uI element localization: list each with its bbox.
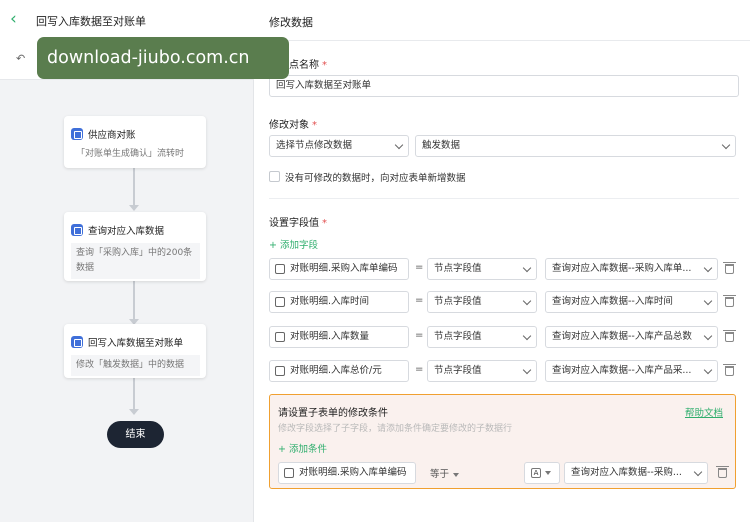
flow-node-query[interactable]: 查询对应入库数据 查询「采购入库」中的200条数据 (64, 212, 206, 281)
field-select[interactable]: 对账明细.入库数量 (269, 326, 409, 348)
node-title: 供应商对账 (88, 129, 136, 141)
condition-hint: 修改字段选择了子字段，请添加条件确定要修改的子数据行 (278, 424, 513, 434)
trash-icon[interactable] (723, 262, 736, 274)
flow-node-trigger[interactable]: 供应商对账 「对账单生成确认」流转时 (64, 116, 206, 168)
node-title: 查询对应入库数据 (88, 225, 165, 237)
chevron-left-icon[interactable]: ‹ (10, 10, 26, 28)
add-field-button[interactable]: + 添加字段 (269, 237, 318, 251)
add-condition-button[interactable]: + 添加条件 (278, 441, 327, 455)
chevron-down-icon (703, 296, 713, 306)
trash-icon[interactable] (716, 466, 729, 478)
node-name-label: 点名称 * (289, 60, 327, 71)
checkbox-label: 没有可修改的数据时，向对应表单新增数据 (285, 173, 466, 184)
value-select[interactable]: 查询对应入库数据--入库时间 (545, 291, 718, 313)
node-desc: 查询「采购入库」中的200条数据 (71, 243, 200, 279)
field-select[interactable]: 对账明细.入库总价/元 (269, 360, 409, 382)
condition-field-select[interactable]: 对账明细.采购入库单编码 (278, 462, 416, 484)
text-type-icon: A (531, 468, 541, 478)
add-if-missing-checkbox[interactable] (269, 171, 280, 182)
end-node[interactable]: 结束 (107, 421, 164, 448)
flow-node-update[interactable]: 回写入库数据至对账单 修改「触发数据」中的数据 (64, 324, 206, 378)
divider (269, 198, 739, 199)
node-edit-icon (71, 335, 83, 348)
modify-target-label: 修改对象 * (269, 120, 317, 131)
node-title: 回写入库数据至对账单 (88, 337, 184, 349)
set-fields-label: 设置字段值 * (269, 218, 327, 229)
date-field-icon (275, 297, 285, 307)
trash-icon[interactable] (723, 330, 736, 342)
chevron-down-icon (522, 296, 532, 306)
text-field-icon (275, 264, 285, 274)
subform-condition-panel: 请设置子表单的修改条件 帮助文档 修改字段选择了子字段，请添加条件确定要修改的子… (269, 394, 736, 489)
condition-operator-select[interactable]: 等于 (430, 466, 460, 480)
equals-sign: = (415, 262, 424, 273)
trash-icon[interactable] (723, 364, 736, 376)
equals-sign: = (415, 364, 424, 375)
undo-icon[interactable]: ↶ (16, 52, 25, 65)
chevron-down-icon (703, 365, 713, 375)
help-doc-link[interactable]: 帮助文档 (685, 405, 723, 419)
caret-down-icon (453, 472, 460, 477)
value-select[interactable]: 查询对应入库数据--采购入库单... (545, 258, 718, 280)
watermark: download-jiubo.com.cn (37, 37, 289, 79)
number-field-icon (275, 332, 285, 342)
node-query-icon (71, 223, 83, 236)
value-type-select[interactable]: A (524, 462, 560, 484)
value-select[interactable]: 查询对应入库数据--入库产品总数 (545, 326, 718, 348)
flow-header: ‹ 回写入库数据至对账单 (0, 0, 254, 40)
chevron-down-icon (394, 140, 404, 150)
number-field-icon (275, 366, 285, 376)
value-mode-select[interactable]: 节点字段值 (427, 258, 537, 280)
chevron-down-icon (703, 263, 713, 273)
node-name-input[interactable]: 回写入库数据至对账单 (269, 75, 739, 97)
node-form-icon (71, 127, 83, 140)
chevron-down-icon (522, 331, 532, 341)
chevron-down-icon (703, 331, 713, 341)
connector-arrow (129, 205, 139, 211)
field-select[interactable]: 对账明细.入库时间 (269, 291, 409, 313)
target-source-select[interactable]: 选择节点修改数据 (269, 135, 409, 157)
field-select[interactable]: 对账明细.采购入库单编码 (269, 258, 409, 280)
value-select[interactable]: 查询对应入库数据--入库产品采... (545, 360, 718, 382)
target-data-select[interactable]: 触发数据 (415, 135, 736, 157)
equals-sign: = (415, 330, 424, 341)
trash-icon[interactable] (723, 295, 736, 307)
value-mode-select[interactable]: 节点字段值 (427, 360, 537, 382)
node-desc: 修改「触发数据」中的数据 (71, 355, 200, 376)
properties-panel: 修改数据 点名称 * 回写入库数据至对账单 修改对象 * 选择节点修改数据 触发数据… (255, 0, 750, 522)
value-mode-select[interactable]: 节点字段值 (427, 291, 537, 313)
equals-sign: = (415, 295, 424, 306)
connector-arrow (129, 409, 139, 415)
node-desc: 「对账单生成确认」流转时 (76, 149, 185, 159)
condition-title: 请设置子表单的修改条件 (278, 408, 388, 419)
chevron-down-icon (522, 263, 532, 273)
panel-title: 修改数据 (269, 16, 313, 29)
caret-down-icon (545, 470, 551, 475)
value-mode-select[interactable]: 节点字段值 (427, 326, 537, 348)
chevron-down-icon (721, 140, 731, 150)
chevron-down-icon (522, 365, 532, 375)
divider (255, 40, 750, 41)
text-field-icon (284, 468, 294, 478)
connector (133, 281, 135, 324)
condition-value-select[interactable]: 查询对应入库数据--采购... (564, 462, 708, 484)
flow-title: 回写入库数据至对账单 (36, 15, 146, 28)
chevron-down-icon (693, 467, 703, 477)
